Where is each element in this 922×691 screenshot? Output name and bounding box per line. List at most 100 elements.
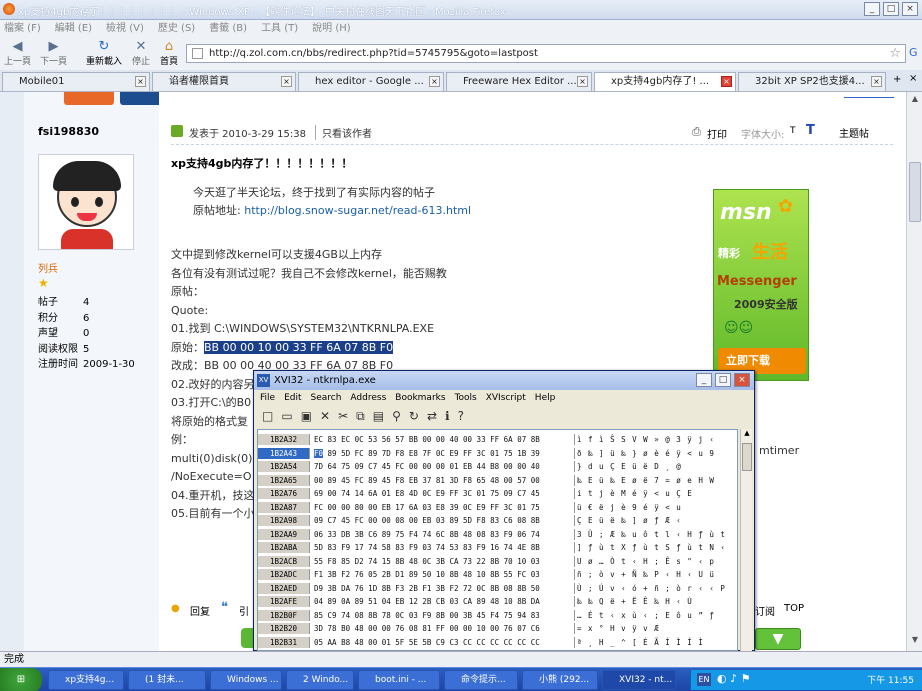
subscribe-link[interactable]: 订阅	[755, 603, 775, 618]
hex-row[interactable]: 1B2A98 09 C7 45 FC 00 00 08 00 EB 03 89 5…	[258, 515, 737, 526]
hex-row[interactable]: 1B2AA9 06 33 DB 3B C6 89 75 F4 74 6C 8B 4…	[258, 528, 737, 540]
close-button[interactable]: ×	[902, 2, 918, 16]
maximize-button[interactable]: □	[883, 2, 899, 16]
hex-chars[interactable]: i t j è M é ÿ < u Ç E	[574, 488, 736, 499]
google-search-icon[interactable]: G	[909, 46, 918, 59]
hex-row[interactable]: 1B2B0F 85 C9 74 08 8B 78 0C 03 F9 8B 00 3…	[258, 609, 737, 621]
tab-hex-editor-google[interactable]: hex editor - Google ... ×	[298, 72, 444, 91]
tab-list-icon[interactable]: +	[893, 74, 901, 85]
hex-chars[interactable]: ª ¸ H _ ^ [ É Ã Ì Ì Ì Ì	[574, 636, 736, 648]
down-arrow-icon[interactable]: ▼	[755, 628, 801, 650]
xvi-menu-help[interactable]: Help	[535, 390, 556, 406]
menu-history[interactable]: 歷史 (S)	[158, 20, 195, 37]
hex-chars[interactable]: ‰ E ü ‰ E ø ë 7 = ø e H W	[574, 474, 736, 486]
hex-row[interactable]: 1B2A54 7D 64 75 09 C7 45 FC 00 00 00 01 E…	[258, 461, 737, 472]
menu-file[interactable]: 檔案 (F)	[4, 20, 41, 37]
font-small-button[interactable]: T	[790, 126, 796, 136]
hex-grid[interactable]: 1B2A32 EC 83 EC 0C 53 56 57 BB 00 00 40 0…	[257, 429, 738, 651]
xvi-menu-tools[interactable]: Tools	[455, 390, 477, 406]
taskbar-item-boot-ini[interactable]: boot.ini - ...	[358, 670, 440, 690]
tab-forum-home[interactable]: 谄者權限首頁 ×	[152, 72, 296, 91]
save-icon[interactable]: ▣	[301, 409, 320, 423]
hex-scrollbar[interactable]: ▲	[740, 429, 752, 651]
hex-row[interactable]: 1B2B20 3D 78 B0 48 00 00 76 08 81 FF 00 0…	[258, 623, 737, 634]
hex-chars[interactable]: 3 Û ; Æ ‰ u ô t l ‹ H ƒ ù t	[574, 528, 736, 540]
taskbar-item-explorer[interactable]: 2 Windo...	[286, 670, 354, 690]
hex-bytes[interactable]: 7D 64 75 09 C7 45 FC 00 00 00 01 EB 44 B…	[314, 461, 568, 472]
hex-chars[interactable]: ð ‰ ] ü ‰ } ø è é ÿ < u 9	[574, 447, 736, 459]
new-file-icon[interactable]: □	[262, 409, 281, 423]
hex-row[interactable]: 1B2A65 00 89 45 FC 89 45 F8 EB 37 81 3D F…	[258, 474, 737, 486]
find-next-icon[interactable]: ↻	[409, 409, 427, 423]
xvi-menu-bookmarks[interactable]: Bookmarks	[395, 390, 445, 406]
msn-ad-banner[interactable]: msn ✿ 精彩 生活 Messenger 2009安全版 ☺☺ 立即下载	[713, 189, 809, 381]
paste-icon[interactable]: ▤	[373, 409, 392, 423]
forward-button[interactable]: ▶ 下一頁	[40, 40, 67, 68]
source-link[interactable]: http://blog.snow-sugar.net/read-613.html	[244, 204, 471, 217]
hex-bytes[interactable]: 00 89 45 FC 89 45 F8 EB 37 81 3D F8 65 4…	[314, 475, 568, 486]
hex-bytes[interactable]: 09 C7 45 FC 00 00 08 00 EB 03 89 5D F8 8…	[314, 515, 568, 526]
tab-close-icon[interactable]: ×	[281, 76, 292, 87]
tab-xp-4gb[interactable]: xp支持4gb内存了! ... ×	[594, 72, 736, 91]
info-icon[interactable]: ℹ	[445, 409, 458, 423]
scroll-down-arrow-icon[interactable]: ▼	[909, 635, 921, 647]
hex-chars[interactable]: ] ƒ ù t X ƒ ù t S ƒ ù t N ‹	[574, 542, 736, 553]
only-author-link[interactable]: 只看该作者	[315, 125, 372, 140]
hex-bytes[interactable]: 04 89 0A 89 51 04 EB 12 2B CB 03 CA 89 4…	[314, 596, 568, 607]
tab-mobile01[interactable]: Mobile01 ×	[2, 72, 150, 91]
hex-bytes[interactable]: 3D 78 B0 48 00 00 76 08 81 FF 00 00 10 0…	[314, 623, 568, 634]
hex-bytes[interactable]: 85 C9 74 08 8B 78 0C 03 F9 8B 00 3B 45 F…	[314, 610, 568, 621]
taskbar-item-cmd[interactable]: 命令提示...	[444, 670, 518, 690]
hex-bytes[interactable]: 55 F8 85 D2 74 15 8B 48 0C 3B CA 73 22 8…	[314, 556, 568, 567]
bookmark-star-icon[interactable]: ☆	[889, 45, 901, 62]
stop-button[interactable]: ✕ 停止	[132, 40, 150, 68]
tab-close-icon[interactable]: ×	[871, 76, 882, 87]
xvi-menu-file[interactable]: File	[260, 390, 275, 406]
font-large-button[interactable]: T	[806, 123, 815, 138]
language-indicator[interactable]: EN	[697, 673, 711, 686]
hex-bytes[interactable]: FC 00 00 80 00 EB 17 6A 03 E8 39 0C E9 F…	[314, 502, 568, 513]
taskbar-item-xvi32[interactable]: XVI32 - nt...	[602, 670, 676, 690]
menu-help[interactable]: 說明 (H)	[312, 20, 351, 37]
open-folder-icon[interactable]: ▭	[281, 409, 300, 423]
scroll-thumb[interactable]	[909, 162, 921, 222]
hex-row[interactable]: 1B2B31 05 AA B8 48 00 01 5F 5E 5B C9 C3 C…	[258, 636, 737, 648]
url-bar[interactable]: http://q.zol.com.cn/bbs/redirect.php?tid…	[186, 44, 906, 63]
hex-bytes[interactable]: D9 3B DA 76 1D 8B F3 2B F1 3B F2 72 0C 8…	[314, 583, 568, 594]
close-file-icon[interactable]: ✕	[320, 409, 338, 423]
page-scrollbar[interactable]: ▲ ▼	[906, 92, 922, 651]
reload-button[interactable]: ↻ 重新載入	[86, 40, 122, 68]
hex-bytes[interactable]: 5D 83 F9 17 74 58 83 F9 03 74 53 83 F9 1…	[314, 542, 568, 553]
top-link[interactable]: TOP	[784, 603, 804, 614]
hex-chars[interactable]: Ç E ü ë ‰ ] ø ƒ Æ ‹	[574, 515, 736, 526]
hex-bytes[interactable]: F0 89 5D FC 89 7D F8 E8 7F 0C E9 FF 3C 0…	[314, 448, 568, 459]
reply-link[interactable]: 回复	[190, 603, 210, 618]
find-icon[interactable]: ⚲	[392, 409, 409, 423]
quote-link[interactable]: 引	[239, 603, 249, 618]
tab-close-icon[interactable]: ×	[429, 76, 440, 87]
minimize-button[interactable]: _	[864, 2, 880, 16]
hex-row[interactable]: 1B2AFE 04 89 0A 89 51 04 EB 12 2B CB 03 C…	[258, 596, 737, 607]
tab-close-icon[interactable]: ×	[577, 76, 588, 87]
tab-32bit-xp[interactable]: 32bit XP SP2也支援4... ×	[738, 72, 886, 91]
xvi32-maximize-button[interactable]: □	[715, 373, 731, 387]
scroll-up-arrow-icon[interactable]: ▲	[909, 94, 921, 106]
hex-chars[interactable]: Ù ; Ú v ‹ ó + ñ ; ò r ‹ ‹ P	[574, 582, 736, 594]
hex-row[interactable]: 1B2ABA 5D 83 F9 17 74 58 83 F9 03 74 53 8…	[258, 542, 737, 553]
back-button[interactable]: ◀ 上一頁	[4, 40, 31, 68]
tab-freeware-hex-editor[interactable]: Freeware Hex Editor ... ×	[446, 72, 592, 91]
taskbar-item-windows[interactable]: Windows ...	[210, 670, 282, 690]
menu-view[interactable]: 檢視 (V)	[106, 20, 144, 37]
tab-close-all-icon[interactable]: ×	[909, 73, 917, 84]
topic-link[interactable]: 主题帖	[839, 125, 869, 140]
username[interactable]: fsi198830	[38, 125, 99, 138]
tab-close-icon[interactable]: ×	[721, 76, 732, 87]
hex-chars[interactable]: } d u Ç E ü ë D ¸ @	[574, 461, 736, 472]
menu-edit[interactable]: 編輯 (E)	[55, 20, 92, 37]
taskbar-item-mail[interactable]: (1 封未...	[128, 670, 206, 690]
copy-icon[interactable]: ⧉	[356, 409, 373, 423]
xvi-menu-edit[interactable]: Edit	[284, 390, 301, 406]
hex-row[interactable]: 1B2ACB 55 F8 85 D2 74 15 8B 48 0C 3B CA 7…	[258, 555, 737, 567]
hex-scroll-thumb[interactable]	[742, 443, 752, 471]
xvi-menu-address[interactable]: Address	[350, 390, 386, 406]
